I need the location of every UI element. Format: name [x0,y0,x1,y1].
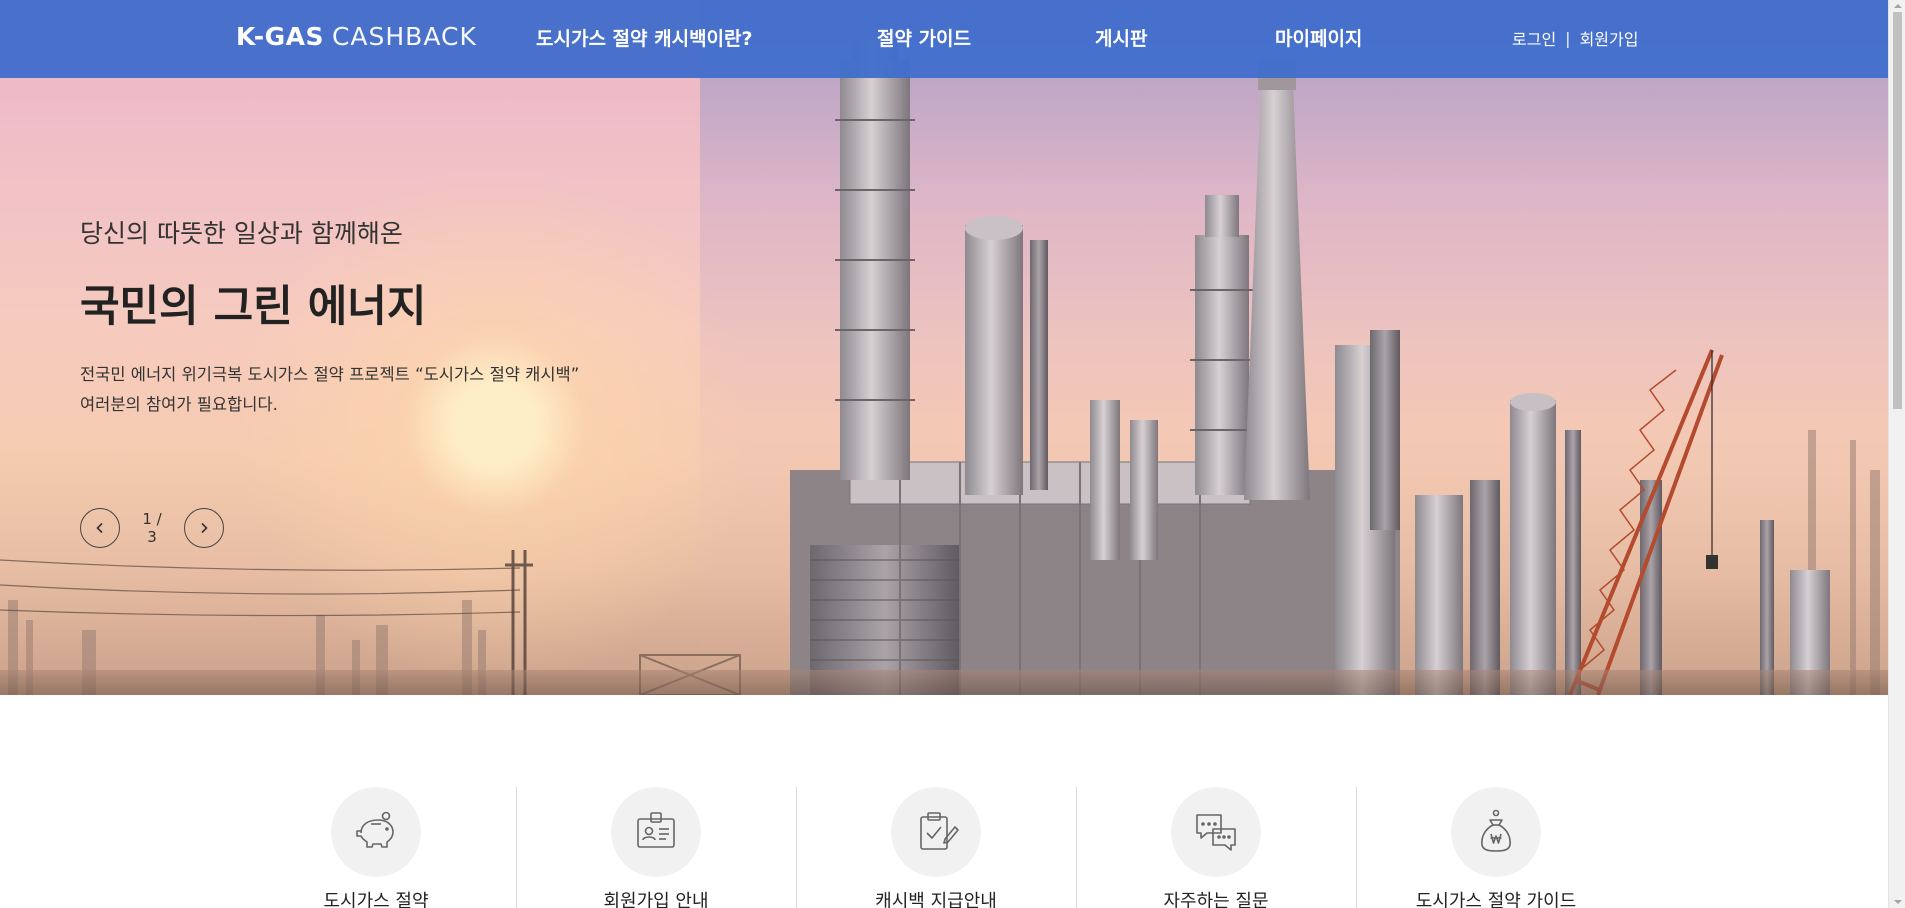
nav-item-board[interactable]: 게시판 [1095,24,1147,51]
service-label: 자주하는 질문 [1163,891,1269,908]
service-item-signup-guide[interactable]: 회원가입 안내 [516,787,796,908]
service-item-saving-guide[interactable]: 도시가스 절약 가이드 [1356,787,1636,908]
login-link[interactable]: 로그인 [1512,26,1556,50]
site-logo[interactable]: K-GAS CASHBACK [236,22,477,56]
nav-item-about[interactable]: 도시가스 절약 캐시백이란? [536,24,753,51]
service-icon-circle [611,787,701,877]
service-icon-circle [1171,787,1261,877]
service-item-faq[interactable]: 자주하는 질문 [1076,787,1356,908]
nav-item-saving-guide[interactable]: 절약 가이드 [877,24,971,51]
nav-item-mypage[interactable]: 마이페이지 [1275,24,1362,51]
top-header: K-GAS CASHBACK 도시가스 절약 캐시백이란? 절약 가이드 게시판… [0,0,1888,78]
logo-text-light: CASHBACK [331,22,477,51]
chevron-left-icon [96,522,103,534]
hero-subtitle: 당신의 따뜻한 일상과 함께해온 [80,219,403,248]
service-icon-circle [891,787,981,877]
hero-banner: 당신의 따뜻한 일상과 함께해온 국민의 그린 에너지 전국민 에너지 위기극복… [0,0,1888,695]
service-item-cashback-payment[interactable]: 캐시백 지급안내 [796,787,1076,908]
service-item-gas-saving[interactable]: 도시가스 절약 [236,787,516,908]
page-scrollbar[interactable] [1888,0,1905,908]
slider-prev-button[interactable] [80,508,120,548]
service-label: 도시가스 절약 [323,891,429,908]
scroll-up-arrow-icon[interactable] [1889,0,1905,12]
chat-bubbles-icon [1196,814,1236,851]
service-label: 도시가스 절약 가이드 [1415,891,1577,908]
money-bag-icon [1481,809,1511,852]
slider-next-button[interactable] [184,508,224,548]
hero-text-block: 당신의 따뜻한 일상과 함께해온 국민의 그린 에너지 전국민 에너지 위기극복… [80,214,579,420]
piggy-bank-icon [356,811,394,848]
signup-link[interactable]: 회원가입 [1580,26,1639,50]
hero-description-line-1: 전국민 에너지 위기극복 도시가스 절약 프로젝트 “도시가스 절약 캐시백” [80,365,580,384]
hero-description-line-2: 여러분의 참여가 필요합니다. [80,395,278,414]
slider-controls: 1 / 3 [80,508,224,548]
auth-separator: | [1565,28,1571,48]
service-icon-circle [331,787,421,877]
scroll-thumb[interactable] [1893,12,1902,409]
hero-description: 전국민 에너지 위기극복 도시가스 절약 프로젝트 “도시가스 절약 캐시백” … [80,360,579,420]
hero-title: 국민의 그린 에너지 [80,282,427,332]
service-label: 캐시백 지급안내 [875,891,997,908]
service-label: 회원가입 안내 [603,891,709,908]
slide-counter: 1 / 3 [142,510,162,546]
service-menu: 도시가스 절약 회원가입 안내 캐시백 지급안내 자주하는 질문 도시가스 절약… [0,695,1888,908]
logo-text-bold: K-GAS [236,22,324,51]
chevron-right-icon [201,522,208,534]
clipboard-check-icon [920,812,959,850]
auth-links: 로그인 | 회원가입 [1512,26,1638,50]
scroll-down-arrow-icon[interactable] [1889,896,1905,908]
service-icon-circle [1451,787,1541,877]
id-card-icon [637,812,675,848]
